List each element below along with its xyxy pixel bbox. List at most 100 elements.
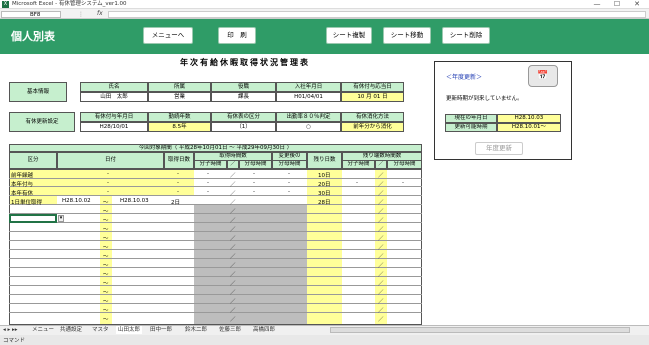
slash-mark: ／ xyxy=(378,254,384,260)
renewable-period-value: H28.10.01～ xyxy=(497,123,561,132)
hire-date-value[interactable]: H01/04/01 xyxy=(276,92,341,102)
menu-button[interactable]: メニューへ xyxy=(143,27,193,44)
slash-mark: ／ xyxy=(378,245,384,251)
horizontal-scrollbar[interactable] xyxy=(330,327,630,333)
name-header: 氏名 xyxy=(80,82,148,92)
cancel-icon[interactable]: ⋮ xyxy=(78,11,84,18)
grant-day-header: 有休付与応当日 xyxy=(341,82,404,92)
copy-sheet-button[interactable]: シート複製 xyxy=(326,27,372,44)
position-header: 役職 xyxy=(211,82,276,92)
data-table xyxy=(9,169,422,325)
grant-day-value[interactable]: 10 月 01 日 xyxy=(341,92,404,102)
basic-info-label: 基本情報 xyxy=(9,82,67,102)
slash-mark: ／ xyxy=(230,218,236,224)
slash-mark: ／ xyxy=(378,272,384,278)
slash-mark: ／ xyxy=(230,281,236,287)
dropdown-arrow-icon[interactable]: ▾ xyxy=(58,215,64,222)
move-sheet-button[interactable]: シート移動 xyxy=(383,27,431,44)
row-grant-rden: - xyxy=(402,180,404,186)
row-carryover-days: - xyxy=(177,171,179,177)
row-grant-remain: 20日 xyxy=(318,182,331,188)
date-header: 日付 xyxy=(57,152,164,169)
fx-icon[interactable]: fx xyxy=(97,10,103,17)
delete-sheet-button[interactable]: シート削除 xyxy=(442,27,490,44)
row-daily-date-to[interactable]: H28.10.03 xyxy=(120,198,149,204)
row-carryover-slash: ／ xyxy=(230,173,236,179)
tilde-mark: ～ xyxy=(103,281,109,287)
row-total-remain: 30日 xyxy=(318,191,331,197)
close-icon[interactable]: ✕ xyxy=(629,0,645,9)
row-total-rslash: ／ xyxy=(378,191,384,197)
slash-mark: ／ xyxy=(230,209,236,215)
grant-date-value[interactable]: H28/10/01 xyxy=(80,122,148,132)
row-total-slash: ／ xyxy=(230,191,236,197)
tilde-mark: ～ xyxy=(103,254,109,260)
tilde-mark: ～ xyxy=(103,308,109,314)
consume-method-value[interactable]: 前年分から消化 xyxy=(341,122,404,132)
minimize-icon[interactable]: — xyxy=(589,0,605,9)
dept-value[interactable]: 営業 xyxy=(148,92,211,102)
current-date-value: H28.10.03 xyxy=(497,114,561,123)
row-total-num: - xyxy=(207,189,209,195)
maximize-icon[interactable]: ☐ xyxy=(609,0,625,9)
tab-takahashi[interactable]: 高橋四郎 xyxy=(253,326,275,334)
tilde-mark: ～ xyxy=(103,218,109,224)
print-button[interactable]: 印 刷 xyxy=(218,27,256,44)
rem-denominator-header: 分母時間 xyxy=(387,160,422,169)
row-grant-date: - xyxy=(107,180,109,186)
page-title: 個人別表 xyxy=(11,30,55,43)
row-carryover-chg: - xyxy=(288,171,290,177)
notice-message: 更新時期が到来していません。 xyxy=(446,96,523,102)
tab-common-settings[interactable]: 共通設定 xyxy=(60,326,82,334)
slash-mark: ／ xyxy=(230,245,236,251)
service-years-header: 勤続年数 xyxy=(148,112,211,122)
rem-slash-header: ／ xyxy=(375,160,387,169)
table-type-header: 有休表の区分 xyxy=(211,112,276,122)
slash-mark: ／ xyxy=(230,272,236,278)
slash-mark: ／ xyxy=(378,299,384,305)
row-daily-tilde: ～ xyxy=(103,200,109,206)
name-value[interactable]: 山田 太郎 xyxy=(80,92,148,102)
formula-input[interactable] xyxy=(108,11,646,18)
position-value[interactable]: 課長 xyxy=(211,92,276,102)
row-daily-date-from[interactable]: H28.10.02 xyxy=(62,198,91,204)
tab-tanaka[interactable]: 田中一郎 xyxy=(150,326,172,334)
tab-sato[interactable]: 佐藤三郎 xyxy=(219,326,241,334)
row-carryover-rslash: ／ xyxy=(378,173,384,179)
row-total-category: 本年有休 xyxy=(11,191,34,197)
after-change-header-2: 分母時間 xyxy=(272,160,307,169)
tilde-mark: ～ xyxy=(103,290,109,296)
tab-suzuki[interactable]: 鈴木二郎 xyxy=(185,326,207,334)
tilde-mark: ～ xyxy=(103,227,109,233)
slash-mark: ／ xyxy=(230,299,236,305)
row-grant-den: - xyxy=(253,180,255,186)
renewal-label: 有休更新設定 xyxy=(9,112,75,132)
row-carryover-den: - xyxy=(253,171,255,177)
slash-mark: ／ xyxy=(230,317,236,323)
tab-yamada[interactable]: 山田太郎 xyxy=(116,326,143,334)
tab-master[interactable]: マスタ xyxy=(92,326,109,334)
row-total-den: - xyxy=(253,189,255,195)
attendance-value[interactable]: ○ xyxy=(276,122,341,132)
tab-menu[interactable]: メニュー xyxy=(32,326,54,334)
row-total-days: - xyxy=(177,189,179,195)
annual-renewal-button[interactable]: 年度更新 xyxy=(475,142,523,155)
denominator-header: 分母時間 xyxy=(239,160,272,169)
consume-method-header: 有休消化方法 xyxy=(341,112,404,122)
category-header: 区分 xyxy=(9,152,57,169)
row-grant-slash: ／ xyxy=(230,182,236,188)
slash-mark: ／ xyxy=(230,308,236,314)
selected-cell[interactable] xyxy=(9,214,57,223)
service-years-value[interactable]: 8.5年 xyxy=(148,122,211,132)
slash-mark: ／ xyxy=(378,209,384,215)
tab-scroll-icon[interactable]: ◂ ▸ ▸▸ xyxy=(3,326,18,334)
row-daily-days: 2日 xyxy=(171,200,180,206)
current-date-label: 現在の年月日 xyxy=(445,114,497,123)
table-type-value[interactable]: （1） xyxy=(211,122,276,132)
name-box[interactable]: BF8 xyxy=(1,11,61,18)
row-daily-rslash: ／ xyxy=(378,200,384,206)
numerator-header: 分子時間 xyxy=(194,160,227,169)
remaining-header: 残り日数 xyxy=(307,152,342,169)
row-grant-rslash: ／ xyxy=(378,182,384,188)
slash-mark: ／ xyxy=(378,290,384,296)
